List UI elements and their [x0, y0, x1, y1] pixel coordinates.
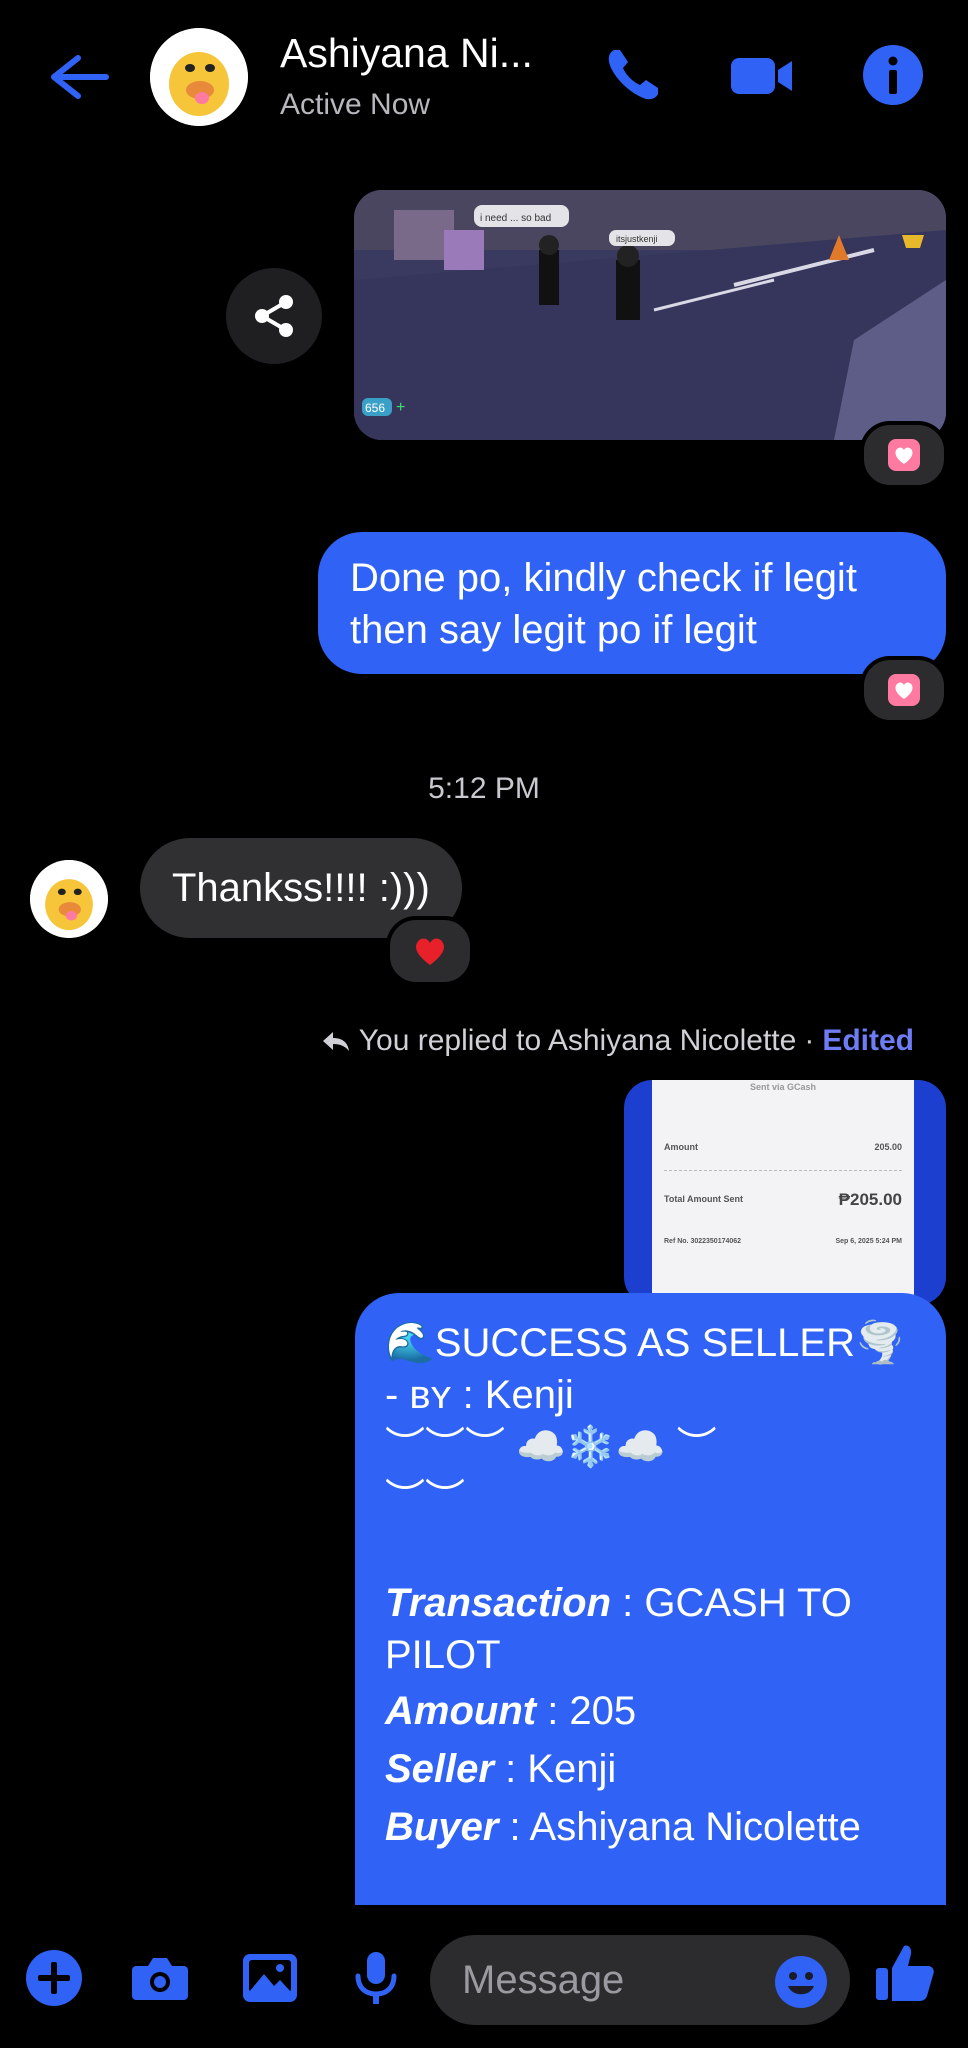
buyer-row: Buyer : Ashiyana Nicolette — [385, 1801, 916, 1853]
success-by-line: - ʙʏ : Kenji — [385, 1373, 574, 1417]
transaction-value-cont: PILOT — [385, 1633, 501, 1677]
active-status: Active Now — [280, 88, 431, 121]
reply-context: You replied to Ashiyana Nicolette · Edit… — [321, 1024, 914, 1058]
gallery-icon[interactable] — [240, 1948, 300, 2008]
replied-receipt-image[interactable]: Sent via GCash Amount 205.00 Total Amount… — [624, 1080, 946, 1305]
seller-label: Seller — [385, 1747, 494, 1791]
receipt-total-label: Total Amount Sent — [664, 1194, 743, 1204]
decoration-line: ︶︶ — [385, 1477, 465, 1521]
seller-row: Seller : Kenji — [385, 1743, 916, 1795]
heart-reaction[interactable] — [860, 421, 948, 489]
info-icon[interactable] — [860, 42, 926, 108]
decoration-line: ︶︶︶ ☁️❄️☁️ ︶ — [385, 1425, 717, 1469]
receipt-ref: Ref No. 3022350174062 — [664, 1238, 742, 1245]
reply-separator: · — [804, 1024, 815, 1057]
amount-row: Amount : 205 — [385, 1685, 916, 1737]
receipt-amount-value: 205.00 — [874, 1142, 902, 1152]
red-heart-reaction[interactable] — [386, 916, 474, 986]
amount-value: : 205 — [536, 1689, 637, 1733]
share-button[interactable] — [226, 268, 322, 364]
receipt-title: Sent via GCash — [749, 1082, 817, 1092]
sender-avatar[interactable] — [30, 860, 108, 938]
player-tag: itsjustkenji — [616, 234, 658, 244]
microphone-icon[interactable] — [346, 1948, 406, 2008]
transaction-row: Transaction : GCASH TO — [385, 1577, 916, 1629]
video-camera-icon[interactable] — [728, 42, 794, 108]
reply-context-text: You replied to Ashiyana Nicolette — [358, 1024, 797, 1057]
receipt-amount-label: Amount — [664, 1142, 698, 1152]
share-icon — [255, 295, 293, 337]
transaction-value: : GCASH TO — [611, 1581, 852, 1625]
contact-name[interactable]: Ashiyana Ni... — [280, 30, 533, 77]
heart-reaction-icon — [888, 439, 920, 471]
seller-value: : Kenji — [493, 1747, 617, 1791]
game-screenshot-image[interactable]: i need ... so bad itsjustkenji 656 + — [354, 190, 946, 440]
heart-reaction-icon — [888, 674, 920, 706]
buyer-value: : Ashiyana Nicolette — [498, 1805, 861, 1849]
reply-arrow-icon — [322, 1032, 349, 1051]
red-heart-reaction-icon — [416, 938, 444, 965]
outgoing-message[interactable]: Done po, kindly check if legit then say … — [318, 532, 946, 674]
phone-icon[interactable] — [600, 42, 666, 108]
transaction-label: Transaction — [385, 1581, 611, 1625]
success-title: 🌊SUCCESS AS SELLER🌪️ — [385, 1321, 905, 1365]
message-timestamp: 5:12 PM — [428, 772, 540, 805]
message-text: Thankss!!!! :))) — [172, 865, 430, 910]
amount-label: Amount — [385, 1689, 537, 1733]
back-arrow-icon[interactable] — [44, 52, 114, 102]
thumbs-up-icon[interactable] — [872, 1940, 938, 2006]
plus-icon[interactable] — [24, 1948, 84, 2008]
game-chat-bubble: i need ... so bad — [480, 213, 551, 224]
success-seller-message[interactable]: 🌊SUCCESS AS SELLER🌪️ - ʙʏ : Kenji ︶︶︶ ☁️… — [355, 1293, 946, 1905]
emoji-icon[interactable] — [774, 1955, 828, 2009]
edited-label[interactable]: Edited — [822, 1024, 914, 1058]
contact-avatar[interactable] — [150, 28, 248, 126]
receipt-total-value: ₱205.00 — [838, 1190, 902, 1209]
buyer-label: Buyer — [385, 1805, 499, 1849]
message-text-line: then say legit po if legit — [350, 608, 757, 652]
receipt-date: Sep 6, 2025 5:24 PM — [835, 1238, 902, 1245]
camera-icon[interactable] — [130, 1948, 190, 2008]
svg-text:+: + — [396, 399, 405, 416]
gcash-receipt: Sent via GCash Amount 205.00 Total Amount… — [652, 1080, 914, 1305]
message-text-line: Done po, kindly check if legit — [350, 556, 857, 600]
heart-reaction[interactable] — [860, 656, 948, 724]
game-currency: 656 — [365, 401, 385, 415]
